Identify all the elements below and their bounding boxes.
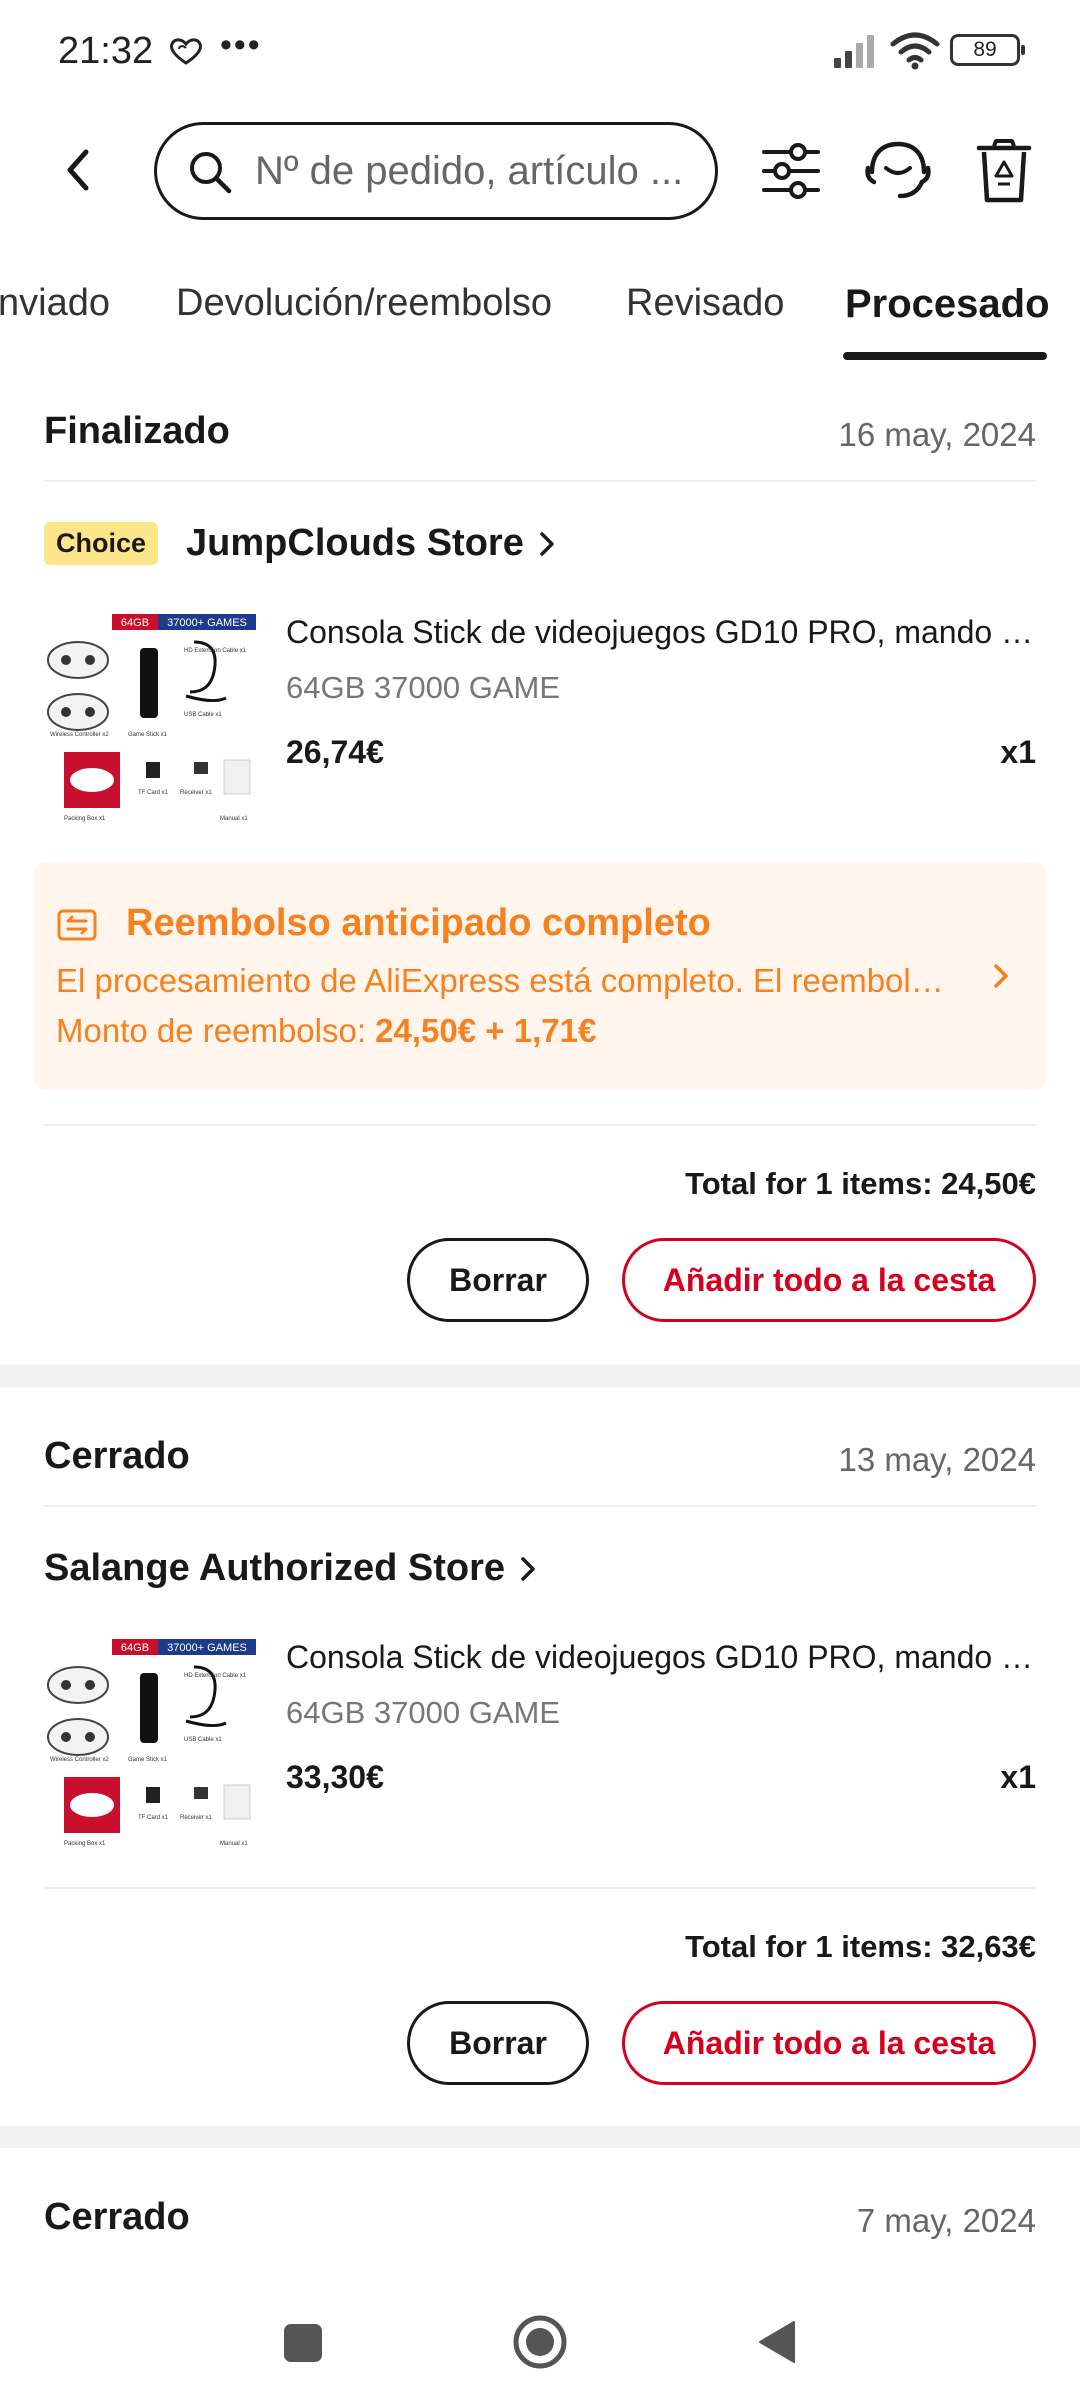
back-arrow-icon[interactable] (50, 140, 110, 200)
signal-icon (834, 35, 874, 68)
product-thumbnail[interactable]: 64GB 37000+ GAMES Wireless Controller x2… (44, 612, 258, 826)
search-input[interactable]: Nº de pedido, artículo ... (255, 149, 695, 194)
product-price: 33,30€ (286, 1759, 384, 1795)
filter-sliders-icon[interactable] (760, 140, 822, 202)
system-nav-bar (0, 2290, 1080, 2400)
section-separator (0, 2126, 1080, 2148)
order-date: 16 may, 2024 (838, 416, 1036, 453)
product-thumbnail[interactable]: 64GB 37000+ GAMES Wireless Controller x2… (44, 1637, 258, 1851)
thumb-label: HD Extension Cable x1 (184, 648, 247, 654)
thumb-label: TF Card x1 (138, 1815, 169, 1821)
store-name[interactable]: Salange Authorized Store (44, 1547, 505, 1590)
thumb-label: Packing Box x1 (64, 1841, 106, 1847)
refund-title: Reembolso anticipado completo (126, 902, 711, 944)
refund-description: El procesamiento de AliExpress está comp… (56, 962, 956, 999)
delete-button[interactable]: Borrar (407, 1238, 589, 1322)
order-date: 7 may, 2024 (856, 2202, 1036, 2239)
order-header: Cerrado 7 may, 2024 (44, 2186, 1036, 2268)
support-headset-icon[interactable] (862, 138, 934, 204)
order-status: Cerrado (44, 2196, 190, 2238)
store-link[interactable]: Choice JumpClouds Store (44, 522, 560, 582)
thumb-label: Wireless Controller x2 (50, 1757, 109, 1763)
product-title[interactable]: Consola Stick de videojuegos GD10 PRO, m… (286, 1639, 1036, 1676)
trash-icon[interactable] (976, 138, 1032, 204)
battery-level: 89 (973, 38, 997, 61)
order-total: Total for 1 items: 32,63€ (685, 1929, 1036, 1964)
product-quantity: x1 (1000, 734, 1036, 770)
order-header: Finalizado 16 may, 2024 (44, 400, 1036, 482)
section-separator (0, 1365, 1080, 1387)
chevron-right-icon (521, 1556, 535, 1581)
thumb-tag-storage: 64GB (121, 1642, 149, 1654)
refund-status-banner[interactable]: Reembolso anticipado completo El procesa… (34, 862, 1046, 1090)
status-more-dots: ••• (220, 26, 262, 64)
tab-revisado[interactable]: Revisado (626, 282, 784, 325)
home-icon[interactable] (512, 2314, 568, 2370)
order-card: Cerrado 13 may, 2024 Salange Authorized … (0, 1425, 1080, 2125)
status-time: 21:32 (58, 30, 154, 72)
thumb-label: Manual x1 (220, 1841, 248, 1847)
refund-amount-label: Monto de reembolso: (56, 1012, 376, 1049)
add-all-to-cart-button[interactable]: Añadir todo a la cesta (622, 1238, 1036, 1322)
top-header: Nº de pedido, artículo ... (0, 110, 1080, 230)
battery-icon: 89 (950, 34, 1025, 66)
thumb-label: Game Stick x1 (128, 1757, 168, 1763)
order-card: Cerrado 7 may, 2024 (0, 2186, 1080, 2286)
status-bar: 21:32 ••• 89 (0, 0, 1080, 100)
tab-procesado[interactable]: Procesado (845, 282, 1050, 327)
thumb-label: USB Cable x1 (184, 1737, 222, 1743)
order-header: Cerrado 13 may, 2024 (44, 1425, 1036, 1507)
product-variant: 64GB 37000 GAME (286, 670, 560, 705)
store-name[interactable]: JumpClouds Store (186, 522, 524, 565)
order-status: Cerrado (44, 1435, 190, 1477)
thumb-label: USB Cable x1 (184, 712, 222, 718)
refund-amount: Monto de reembolso: 24,50€ + 1,71€ (56, 1012, 596, 1050)
chevron-right-icon (994, 964, 1008, 988)
refund-amount-value: 24,50€ + 1,71€ (375, 1012, 597, 1049)
order-date: 13 may, 2024 (838, 1441, 1036, 1478)
thumb-label: Manual x1 (220, 816, 248, 822)
product-title[interactable]: Consola Stick de videojuegos GD10 PRO, m… (286, 614, 1036, 651)
add-all-to-cart-button[interactable]: Añadir todo a la cesta (622, 2001, 1036, 2085)
recent-apps-icon[interactable] (284, 2324, 322, 2362)
order-status: Finalizado (44, 410, 230, 452)
thumb-label: Receiver x1 (180, 1815, 212, 1821)
delete-button[interactable]: Borrar (407, 2001, 589, 2085)
thumb-label: Wireless Controller x2 (50, 732, 109, 738)
thumb-label: Packing Box x1 (64, 816, 106, 822)
order-tabs: nviado Devolución/reembolso Revisado Pro… (0, 270, 1080, 365)
search-icon (190, 152, 232, 194)
store-link[interactable]: Salange Authorized Store (44, 1547, 541, 1607)
tab-enviado[interactable]: nviado (0, 282, 110, 325)
thumb-tag-storage: 64GB (121, 617, 149, 629)
order-card: Finalizado 16 may, 2024 Choice JumpClouds… (0, 400, 1080, 1365)
refund-icon (57, 909, 97, 941)
active-tab-indicator (843, 352, 1047, 360)
product-quantity: x1 (1000, 1759, 1036, 1795)
thumb-label: Game Stick x1 (128, 732, 168, 738)
choice-badge: Choice (44, 522, 159, 565)
product-variant: 64GB 37000 GAME (286, 1695, 560, 1730)
tab-devolucion-reembolso[interactable]: Devolución/reembolso (176, 282, 552, 325)
chevron-right-icon (540, 531, 554, 556)
divider (44, 1887, 1036, 1889)
thumb-label: TF Card x1 (138, 790, 169, 796)
search-bar[interactable]: Nº de pedido, artículo ... (154, 122, 718, 220)
thumb-tag-games: 37000+ GAMES (167, 617, 247, 629)
order-total: Total for 1 items: 24,50€ (685, 1166, 1036, 1201)
thumb-label: HD Extension Cable x1 (184, 1673, 247, 1679)
wifi-icon (890, 32, 940, 70)
divider (44, 1124, 1036, 1126)
back-triangle-icon[interactable] (756, 2318, 798, 2366)
thumb-tag-games: 37000+ GAMES (167, 1642, 247, 1654)
heart-outline-icon (170, 38, 202, 65)
thumb-label: Receiver x1 (180, 790, 212, 796)
product-price: 26,74€ (286, 734, 384, 770)
